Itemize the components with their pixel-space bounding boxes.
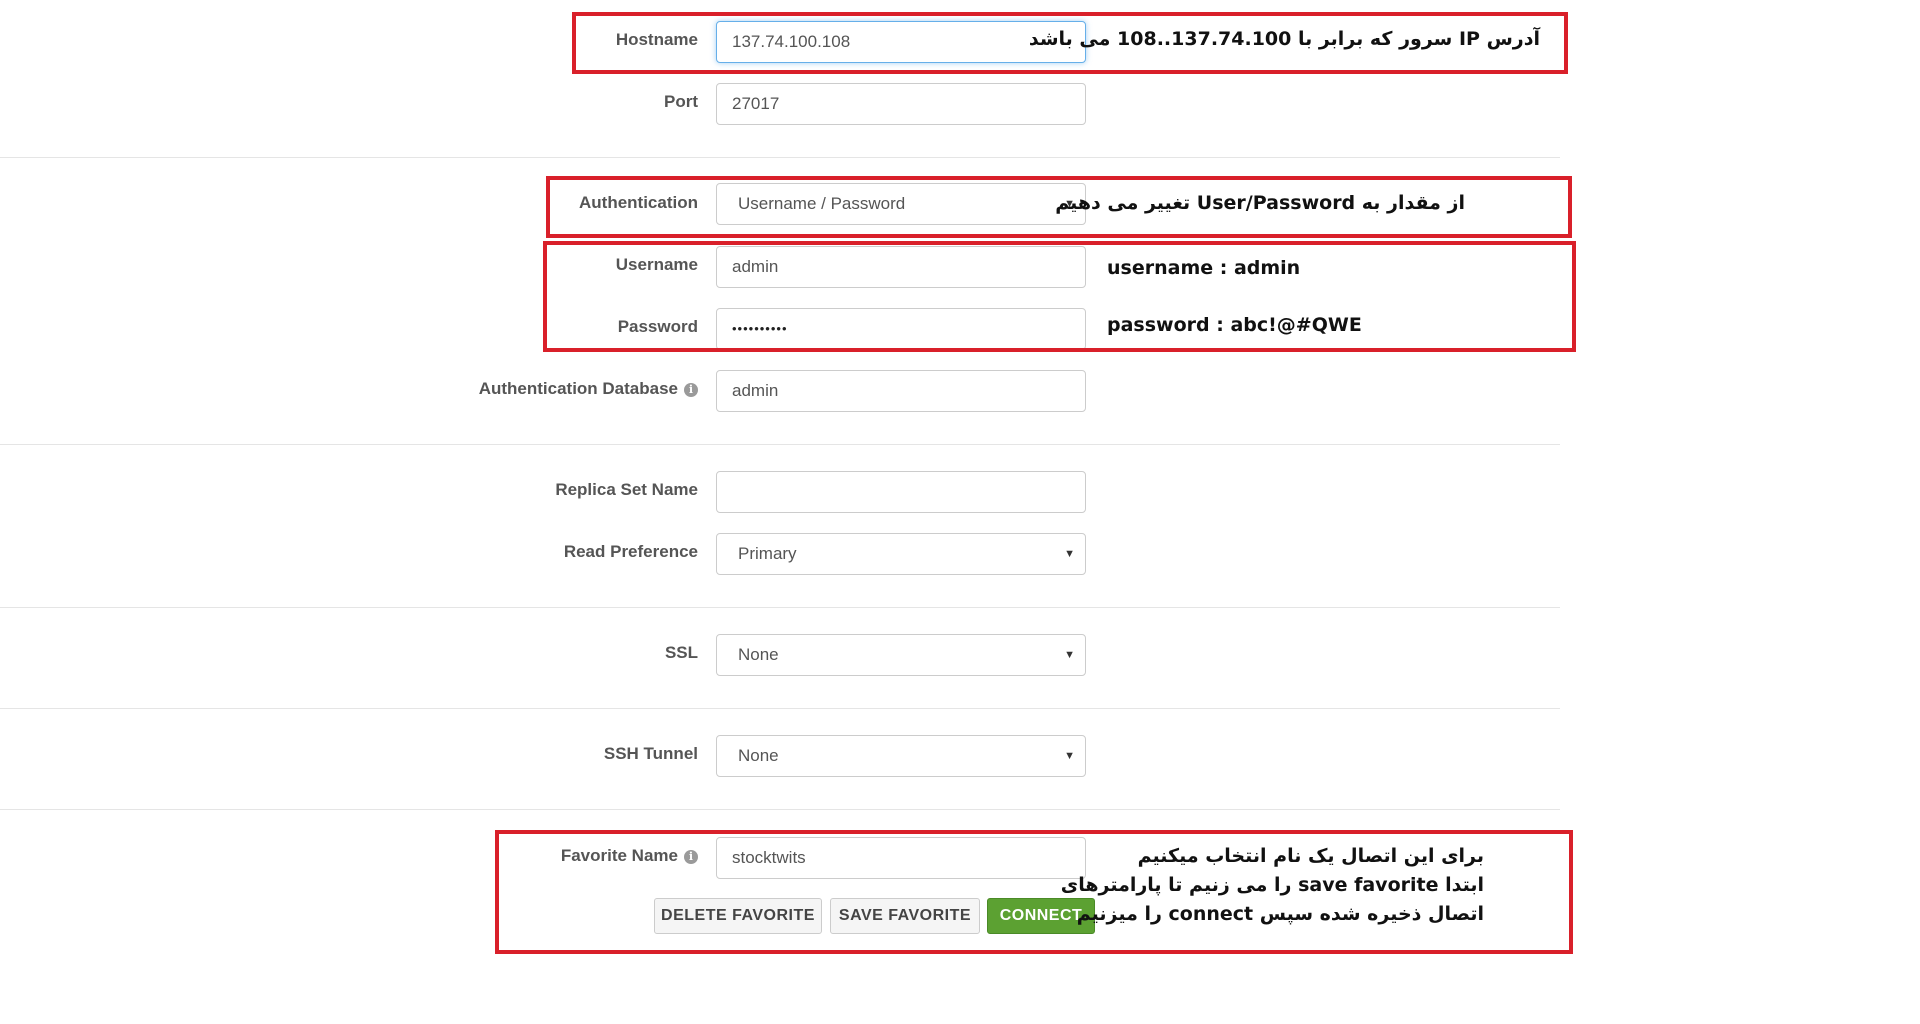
favorite-note-line3: اتصال ذخیره شده سپس connect را میزنیم [1076, 903, 1484, 925]
caret-down-icon: ▼ [1064, 750, 1075, 762]
auth-database-input[interactable]: admin [716, 370, 1086, 412]
section-divider [0, 444, 1560, 445]
authentication-note: از مقدار به User/Password تغییر می دهیم [1055, 192, 1465, 214]
auth-database-label-text: Authentication Database [478, 379, 678, 398]
section-divider [0, 157, 1560, 158]
info-icon[interactable]: i [684, 382, 698, 397]
ssl-select[interactable]: None ▼ [716, 634, 1086, 676]
favorite-note-line2: ابتدا save favorite را می زنیم تا پارامت… [1060, 874, 1484, 896]
caret-down-icon: ▼ [1064, 649, 1075, 661]
ssl-value: None [738, 645, 779, 664]
caret-down-icon: ▼ [1064, 548, 1075, 560]
ssh-tunnel-value: None [738, 746, 779, 765]
read-preference-select[interactable]: Primary ▼ [716, 533, 1086, 575]
ssh-tunnel-label: SSH Tunnel [603, 744, 698, 763]
section-divider [0, 607, 1560, 608]
read-preference-label: Read Preference [563, 542, 698, 561]
favorite-note-line1: برای این اتصال یک نام انتخاب میکنیم [1137, 845, 1484, 867]
username-note: username : admin [1107, 257, 1301, 279]
hostname-note: آدرس IP سرور که برابر با 137.74.100..108… [1028, 28, 1540, 50]
section-divider [0, 708, 1560, 709]
ssl-label: SSL [664, 643, 698, 662]
auth-database-label: Authentication Database i [479, 379, 698, 399]
port-input[interactable]: 27017 [716, 83, 1086, 125]
section-divider [0, 809, 1560, 810]
port-label: Port [664, 92, 698, 111]
read-preference-value: Primary [738, 544, 797, 563]
password-note: password : abc!@#QWE [1107, 314, 1362, 336]
replica-set-input[interactable] [716, 471, 1086, 513]
ssh-tunnel-select[interactable]: None ▼ [716, 735, 1086, 777]
credentials-highlight-box [543, 241, 1576, 352]
replica-set-label: Replica Set Name [555, 480, 698, 499]
